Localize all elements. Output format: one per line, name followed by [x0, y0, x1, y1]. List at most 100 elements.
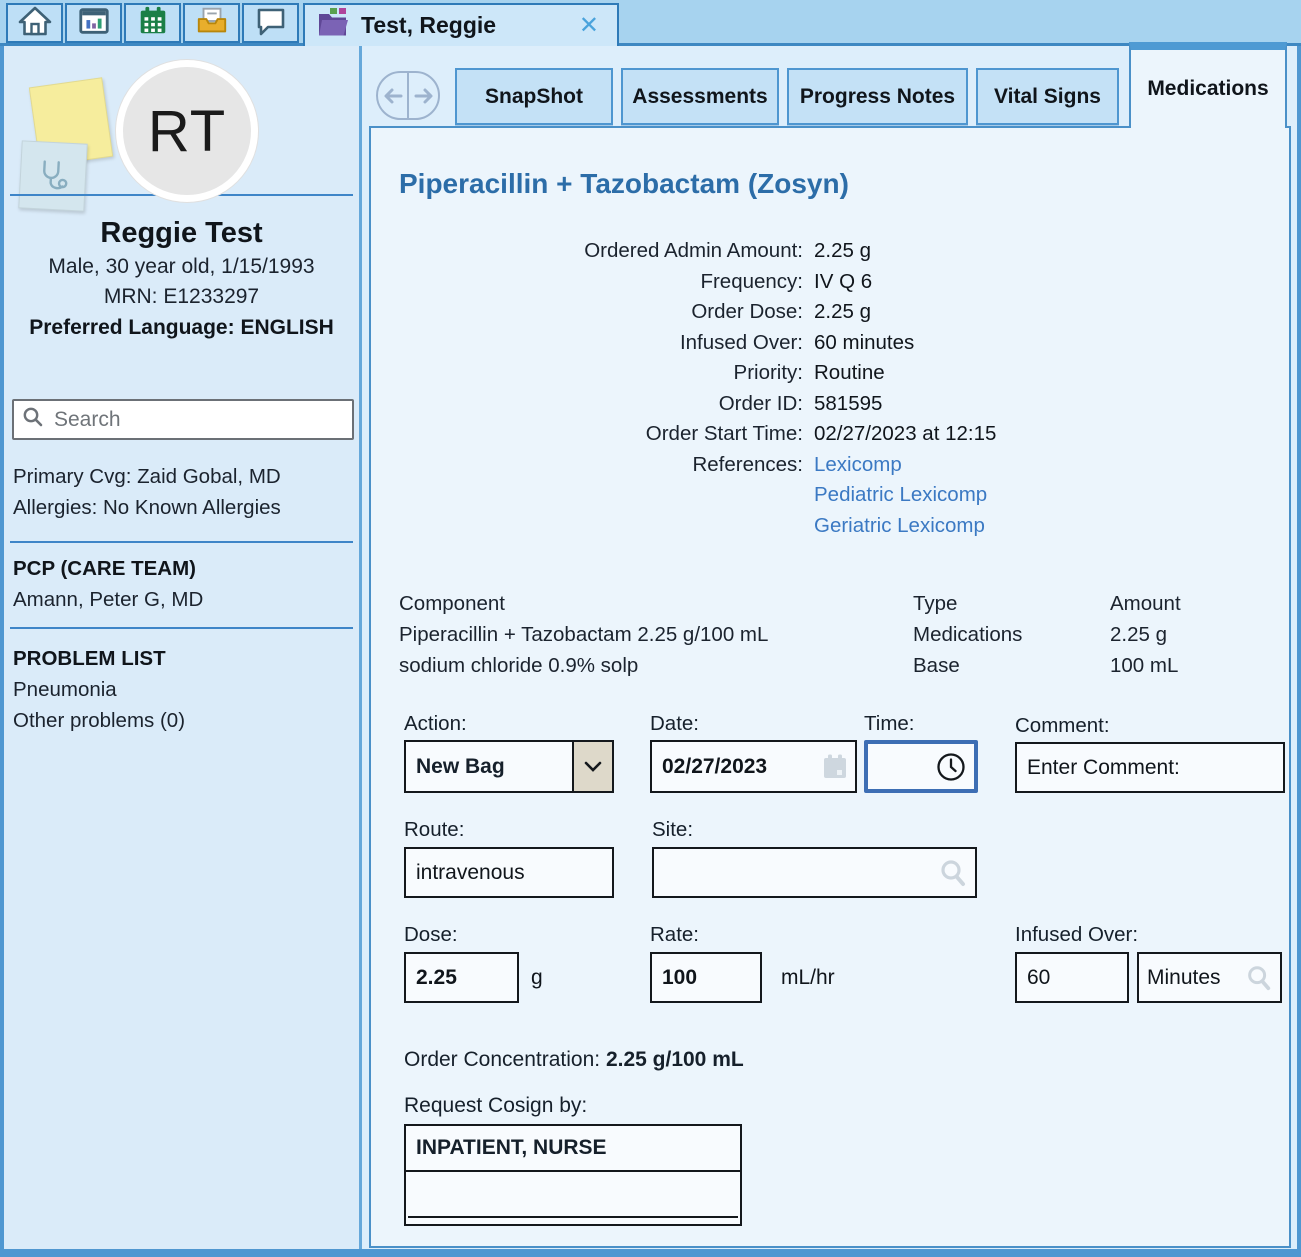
bar-chart-icon [77, 4, 111, 43]
cosign-scrollbar[interactable] [408, 1216, 738, 1224]
references-links: Lexicomp Pediatric Lexicomp Geriatric Le… [814, 450, 987, 542]
cosign-empty-row[interactable] [406, 1172, 740, 1216]
route-input[interactable] [406, 849, 612, 896]
route-field [404, 847, 614, 898]
primary-coverage: Primary Cvg: Zaid Gobal, MD [13, 461, 353, 492]
tab-medications[interactable]: Medications [1129, 42, 1287, 128]
detail-value: 581595 [814, 389, 882, 420]
time-label: Time: [864, 712, 915, 736]
problem-list-header: PROBLEM LIST [13, 643, 353, 674]
patient-mrn: MRN: E1233297 [4, 282, 359, 312]
home-button[interactable] [6, 3, 63, 43]
order-concentration-value: 2.25 g/100 mL [606, 1048, 744, 1071]
patient-name: Reggie Test [4, 214, 359, 252]
detail-label: Order Start Time: [371, 419, 803, 450]
tab-scroll-arrows [376, 71, 440, 120]
medication-title: Piperacillin + Tazobactam (Zosyn) [399, 168, 849, 200]
chat-icon [253, 3, 289, 44]
type-header: Type [913, 588, 1110, 619]
stethoscope-icon [35, 157, 71, 195]
calendar-picker-icon[interactable] [822, 753, 848, 781]
order-concentration-label: Order Concentration: [404, 1048, 600, 1071]
search-icon [22, 406, 44, 433]
problem-list-block: PROBLEM LIST Pneumonia Other problems (0… [13, 643, 353, 736]
allergies: Allergies: No Known Allergies [13, 492, 353, 523]
tab-progress-notes[interactable]: Progress Notes [787, 68, 968, 125]
pcp-provider: Amann, Peter G, MD [13, 584, 353, 615]
route-label: Route: [404, 818, 464, 842]
detail-label: Infused Over: [371, 328, 803, 359]
cosign-listbox[interactable]: INPATIENT, NURSE [404, 1124, 742, 1226]
search-input[interactable] [52, 407, 344, 433]
date-field [650, 740, 857, 793]
dose-unit: g [531, 966, 543, 990]
detail-value: IV Q 6 [814, 267, 872, 298]
scroll-right-button[interactable] [407, 73, 438, 118]
coverage-allergies-block: Primary Cvg: Zaid Gobal, MD Allergies: N… [13, 461, 353, 523]
detail-value: 2.25 g [814, 297, 871, 328]
action-value: New Bag [406, 755, 572, 779]
arrow-right-icon [412, 86, 436, 106]
site-field [652, 847, 977, 898]
arrow-left-icon [381, 86, 405, 106]
site-label: Site: [652, 818, 693, 842]
patient-demographics: Male, 30 year old, 1/15/1993 [4, 252, 359, 282]
care-team-header: PCP (CARE TEAM) [13, 553, 353, 584]
patient-header: Reggie Test Male, 30 year old, 1/15/1993… [4, 214, 359, 343]
rate-label: Rate: [650, 923, 699, 947]
detail-value: 60 minutes [814, 328, 914, 359]
infused-over-input[interactable] [1017, 954, 1127, 1001]
top-toolbar: Test, Reggie ✕ [0, 0, 1301, 46]
type-cell: Medications [913, 619, 1110, 650]
patient-sidebar: RT Reggie Test Male, 30 year old, 1/15/1… [4, 46, 362, 1249]
comment-input[interactable] [1017, 744, 1283, 791]
action-dropdown[interactable]: New Bag [404, 740, 614, 793]
infused-over-label: Infused Over: [1015, 923, 1138, 947]
link-geriatric-lexicomp[interactable]: Geriatric Lexicomp [814, 511, 987, 542]
sidebar-search[interactable] [12, 399, 354, 440]
references-label: References: [371, 450, 803, 542]
problem-item[interactable]: Other problems (0) [13, 705, 353, 736]
infused-over-unit-combo[interactable]: Minutes [1137, 952, 1282, 1003]
cosign-selected-option[interactable]: INPATIENT, NURSE [406, 1126, 740, 1172]
schedule-button[interactable] [124, 3, 181, 43]
dose-label: Dose: [404, 923, 458, 947]
patient-tab-title: Test, Reggie [361, 12, 565, 39]
tab-snapshot[interactable]: SnapShot [455, 68, 613, 125]
home-icon [17, 3, 53, 44]
order-details: Ordered Admin Amount:2.25 g Frequency:IV… [371, 236, 1289, 541]
infused-over-field [1015, 952, 1129, 1003]
medications-panel: Piperacillin + Tazobactam (Zosyn) Ordere… [369, 126, 1291, 1248]
dose-input[interactable] [406, 954, 517, 1001]
dropdown-button[interactable] [572, 742, 612, 791]
detail-label: Order Dose: [371, 297, 803, 328]
stethoscope-note-icon[interactable] [18, 140, 87, 211]
patient-folder-icon [315, 7, 351, 44]
rate-input[interactable] [652, 954, 760, 1001]
site-lookup-icon[interactable] [938, 858, 968, 888]
link-lexicomp[interactable]: Lexicomp [814, 450, 987, 481]
link-pediatric-lexicomp[interactable]: Pediatric Lexicomp [814, 480, 987, 511]
patient-chart-tab[interactable]: Test, Reggie ✕ [303, 3, 619, 46]
close-icon[interactable]: ✕ [575, 14, 603, 38]
print-queue-button[interactable] [183, 3, 240, 43]
site-input[interactable] [654, 849, 975, 896]
rate-unit: mL/hr [781, 966, 835, 990]
divider [10, 627, 353, 629]
main-area: SnapShot Assessments Progress Notes Vita… [362, 46, 1297, 1249]
comment-field [1015, 742, 1285, 793]
messages-button[interactable] [242, 3, 299, 43]
detail-value: 2.25 g [814, 236, 871, 267]
component-table: Component Type Amount Piperacillin + Taz… [399, 588, 1271, 681]
unit-lookup-icon[interactable] [1245, 964, 1273, 992]
amount-cell: 100 mL [1110, 650, 1271, 681]
tab-assessments[interactable]: Assessments [621, 68, 779, 125]
reports-button[interactable] [65, 3, 122, 43]
dose-field [404, 952, 519, 1003]
cosign-label: Request Cosign by: [404, 1094, 587, 1118]
clock-icon[interactable] [935, 751, 967, 783]
scroll-left-button[interactable] [378, 73, 407, 118]
detail-value: Routine [814, 358, 885, 389]
comment-label: Comment: [1015, 714, 1110, 738]
tab-vital-signs[interactable]: Vital Signs [976, 68, 1119, 125]
